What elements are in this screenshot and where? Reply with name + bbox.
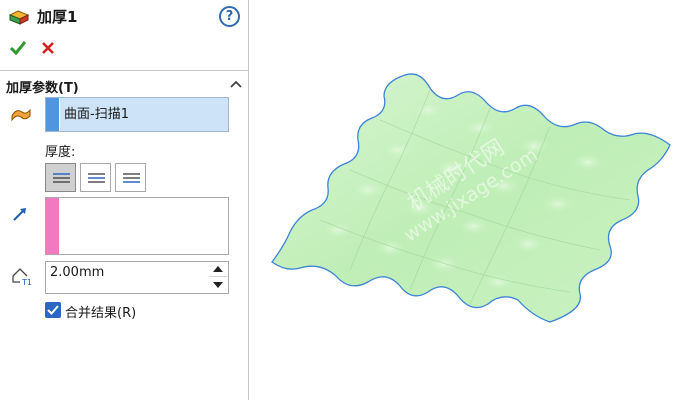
thicken-both-sides-button[interactable]	[80, 163, 111, 192]
close-icon	[42, 42, 54, 54]
direction-arrow-icon	[13, 208, 26, 221]
thicken-side-2-icon	[123, 173, 140, 183]
property-manager-panel: 加厚1 ? 加厚参数(T) 曲面-扫描1 厚度: T1 2.00mm 合并结果(…	[0, 0, 249, 400]
thicken-side-2-button[interactable]	[115, 163, 146, 192]
thicken-both-sides-icon	[88, 173, 105, 183]
thickness-value[interactable]: 2.00mm	[50, 262, 104, 293]
face-selection-color-bar	[46, 98, 59, 131]
arrow-up-icon	[213, 266, 223, 272]
thickness-label: 厚度:	[45, 145, 76, 160]
thickness-decrement-button[interactable]	[209, 278, 227, 292]
cancel-button[interactable]	[41, 41, 55, 55]
thickness-dimension-icon: T1	[12, 268, 32, 286]
header-divider	[0, 70, 249, 71]
check-icon	[47, 305, 59, 315]
vector-selection-color-bar	[46, 198, 59, 254]
thicken-feature-icon	[8, 10, 30, 25]
thicken-side-1-button[interactable]	[45, 163, 76, 192]
checkmark-icon	[9, 41, 27, 56]
ok-button[interactable]	[9, 40, 27, 56]
svg-text:T1: T1	[21, 278, 32, 286]
selected-face-item[interactable]: 曲面-扫描1	[60, 98, 228, 131]
graphics-viewport[interactable]: 机械时代网 www.jixage.com	[250, 0, 700, 400]
page-title: 加厚1	[37, 8, 78, 26]
thickness-increment-button[interactable]	[209, 263, 227, 277]
arrow-down-icon	[213, 282, 223, 288]
thicken-side-1-icon	[53, 173, 70, 183]
help-icon[interactable]: ?	[219, 6, 240, 27]
surface-selection-icon	[11, 108, 31, 122]
section-title: 加厚参数(T)	[6, 81, 79, 96]
merge-result-label[interactable]: 合并结果(R)	[65, 302, 136, 321]
panel-header: 加厚1 ?	[0, 0, 249, 34]
direction-vector-list[interactable]	[45, 197, 229, 255]
thickness-stepper[interactable]: 2.00mm	[45, 261, 229, 294]
chevron-up-icon[interactable]	[230, 80, 242, 88]
face-selection-list[interactable]: 曲面-扫描1	[45, 97, 229, 132]
merge-result-checkbox[interactable]	[45, 302, 61, 318]
